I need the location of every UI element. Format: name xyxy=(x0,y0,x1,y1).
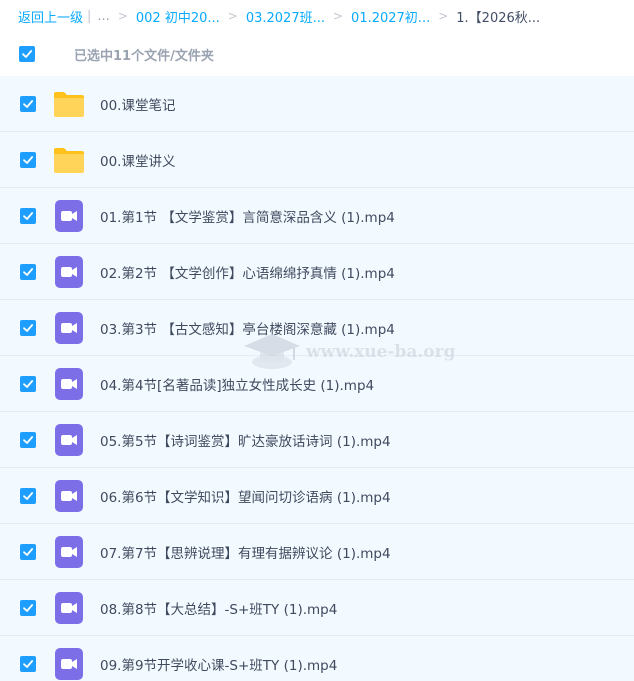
breadcrumb-item[interactable]: 03.2027班... xyxy=(246,7,325,26)
file-name[interactable]: 04.第4节[名著品读]独立女性成长史 (1).mp4 xyxy=(100,374,374,394)
checkmark-icon xyxy=(23,211,34,220)
select-all-checkbox[interactable] xyxy=(19,46,35,62)
file-row[interactable]: 00.课堂讲义 xyxy=(0,132,634,188)
file-checkbox[interactable] xyxy=(20,431,36,448)
file-name[interactable]: 00.课堂笔记 xyxy=(100,94,175,114)
checkmark-icon xyxy=(23,99,34,108)
video-file-icon xyxy=(52,311,86,345)
breadcrumb: 返回上一级 | ... > 002 初中20... > 03.2027班... … xyxy=(0,0,634,32)
file-checkbox[interactable] xyxy=(20,375,36,392)
breadcrumb-item[interactable]: 01.2027初... xyxy=(351,7,430,26)
folder-icon xyxy=(52,87,86,121)
file-row[interactable]: 06.第6节【文学知识】望闻问切诊语病 (1).mp4 xyxy=(0,468,634,524)
file-row[interactable]: 05.第5节【诗词鉴赏】旷达豪放话诗词 (1).mp4 xyxy=(0,412,634,468)
file-name[interactable]: 06.第6节【文学知识】望闻问切诊语病 (1).mp4 xyxy=(100,486,391,506)
file-checkbox[interactable] xyxy=(20,319,36,336)
file-row[interactable]: 07.第7节【思辨说理】有理有据辨议论 (1).mp4 xyxy=(0,524,634,580)
file-row[interactable]: 00.课堂笔记 xyxy=(0,76,634,132)
chevron-right-icon: > xyxy=(332,9,344,23)
checkmark-icon xyxy=(23,323,34,332)
file-name[interactable]: 09.第9节开学收心课-S+班TY (1).mp4 xyxy=(100,654,337,674)
checkmark-icon xyxy=(22,50,33,58)
selection-bar: 已选中11个文件/文件夹 xyxy=(0,32,634,76)
video-file-icon xyxy=(52,479,86,513)
checkmark-icon xyxy=(23,603,34,612)
checkmark-icon xyxy=(23,155,34,164)
file-row[interactable]: 09.第9节开学收心课-S+班TY (1).mp4 xyxy=(0,636,634,681)
file-row[interactable]: 08.第8节【大总结】-S+班TY (1).mp4 xyxy=(0,580,634,636)
video-file-icon xyxy=(52,423,86,457)
chevron-right-icon: > xyxy=(227,9,238,23)
chevron-right-icon: > xyxy=(438,9,449,23)
video-file-icon xyxy=(52,255,86,289)
selection-count: 已选中11个文件/文件夹 xyxy=(74,48,214,64)
breadcrumb-current: 1.【2026秋... xyxy=(456,10,541,26)
video-file-icon xyxy=(52,647,86,681)
file-checkbox[interactable] xyxy=(20,207,36,224)
file-name[interactable]: 08.第8节【大总结】-S+班TY (1).mp4 xyxy=(100,598,337,618)
video-file-icon xyxy=(52,591,86,625)
file-name[interactable]: 00.课堂讲义 xyxy=(100,150,175,170)
video-file-icon xyxy=(52,535,86,569)
file-name[interactable]: 02.第2节 【文学创作】心语绵绵抒真情 (1).mp4 xyxy=(100,262,395,282)
checkmark-icon xyxy=(23,435,34,444)
file-checkbox[interactable] xyxy=(20,95,36,112)
file-row[interactable]: 01.第1节 【文学鉴赏】言简意深品含义 (1).mp4 xyxy=(0,188,634,244)
file-row[interactable]: 03.第3节 【古文感知】亭台楼阁深意藏 (1).mp4 xyxy=(0,300,634,356)
file-row[interactable]: 02.第2节 【文学创作】心语绵绵抒真情 (1).mp4 xyxy=(0,244,634,300)
breadcrumb-ellipsis[interactable]: ... xyxy=(97,9,109,24)
file-row[interactable]: 04.第4节[名著品读]独立女性成长史 (1).mp4 xyxy=(0,356,634,412)
file-checkbox[interactable] xyxy=(20,599,36,616)
checkmark-icon xyxy=(23,267,34,276)
file-name[interactable]: 03.第3节 【古文感知】亭台楼阁深意藏 (1).mp4 xyxy=(100,318,395,338)
video-file-icon xyxy=(52,199,86,233)
chevron-right-icon: > xyxy=(117,9,128,23)
file-checkbox[interactable] xyxy=(20,655,36,672)
file-name[interactable]: 01.第1节 【文学鉴赏】言简意深品含义 (1).mp4 xyxy=(100,206,395,226)
checkmark-icon xyxy=(23,491,34,500)
file-checkbox[interactable] xyxy=(20,487,36,504)
breadcrumb-item[interactable]: 002 初中20... xyxy=(136,7,220,26)
checkmark-icon xyxy=(23,659,34,668)
checkmark-icon xyxy=(23,379,34,388)
video-file-icon xyxy=(52,367,86,401)
file-name[interactable]: 07.第7节【思辨说理】有理有据辨议论 (1).mp4 xyxy=(100,542,391,562)
back-link[interactable]: 返回上一级 xyxy=(18,7,83,26)
breadcrumb-divider: | xyxy=(87,8,92,24)
file-checkbox[interactable] xyxy=(20,543,36,560)
file-list: 00.课堂笔记 00.课堂讲义 01.第1节 【文学鉴赏】言简意深品含义 (1)… xyxy=(0,76,634,681)
folder-icon xyxy=(52,143,86,177)
file-checkbox[interactable] xyxy=(20,151,36,168)
file-checkbox[interactable] xyxy=(20,263,36,280)
checkmark-icon xyxy=(23,547,34,556)
file-name[interactable]: 05.第5节【诗词鉴赏】旷达豪放话诗词 (1).mp4 xyxy=(100,430,391,450)
